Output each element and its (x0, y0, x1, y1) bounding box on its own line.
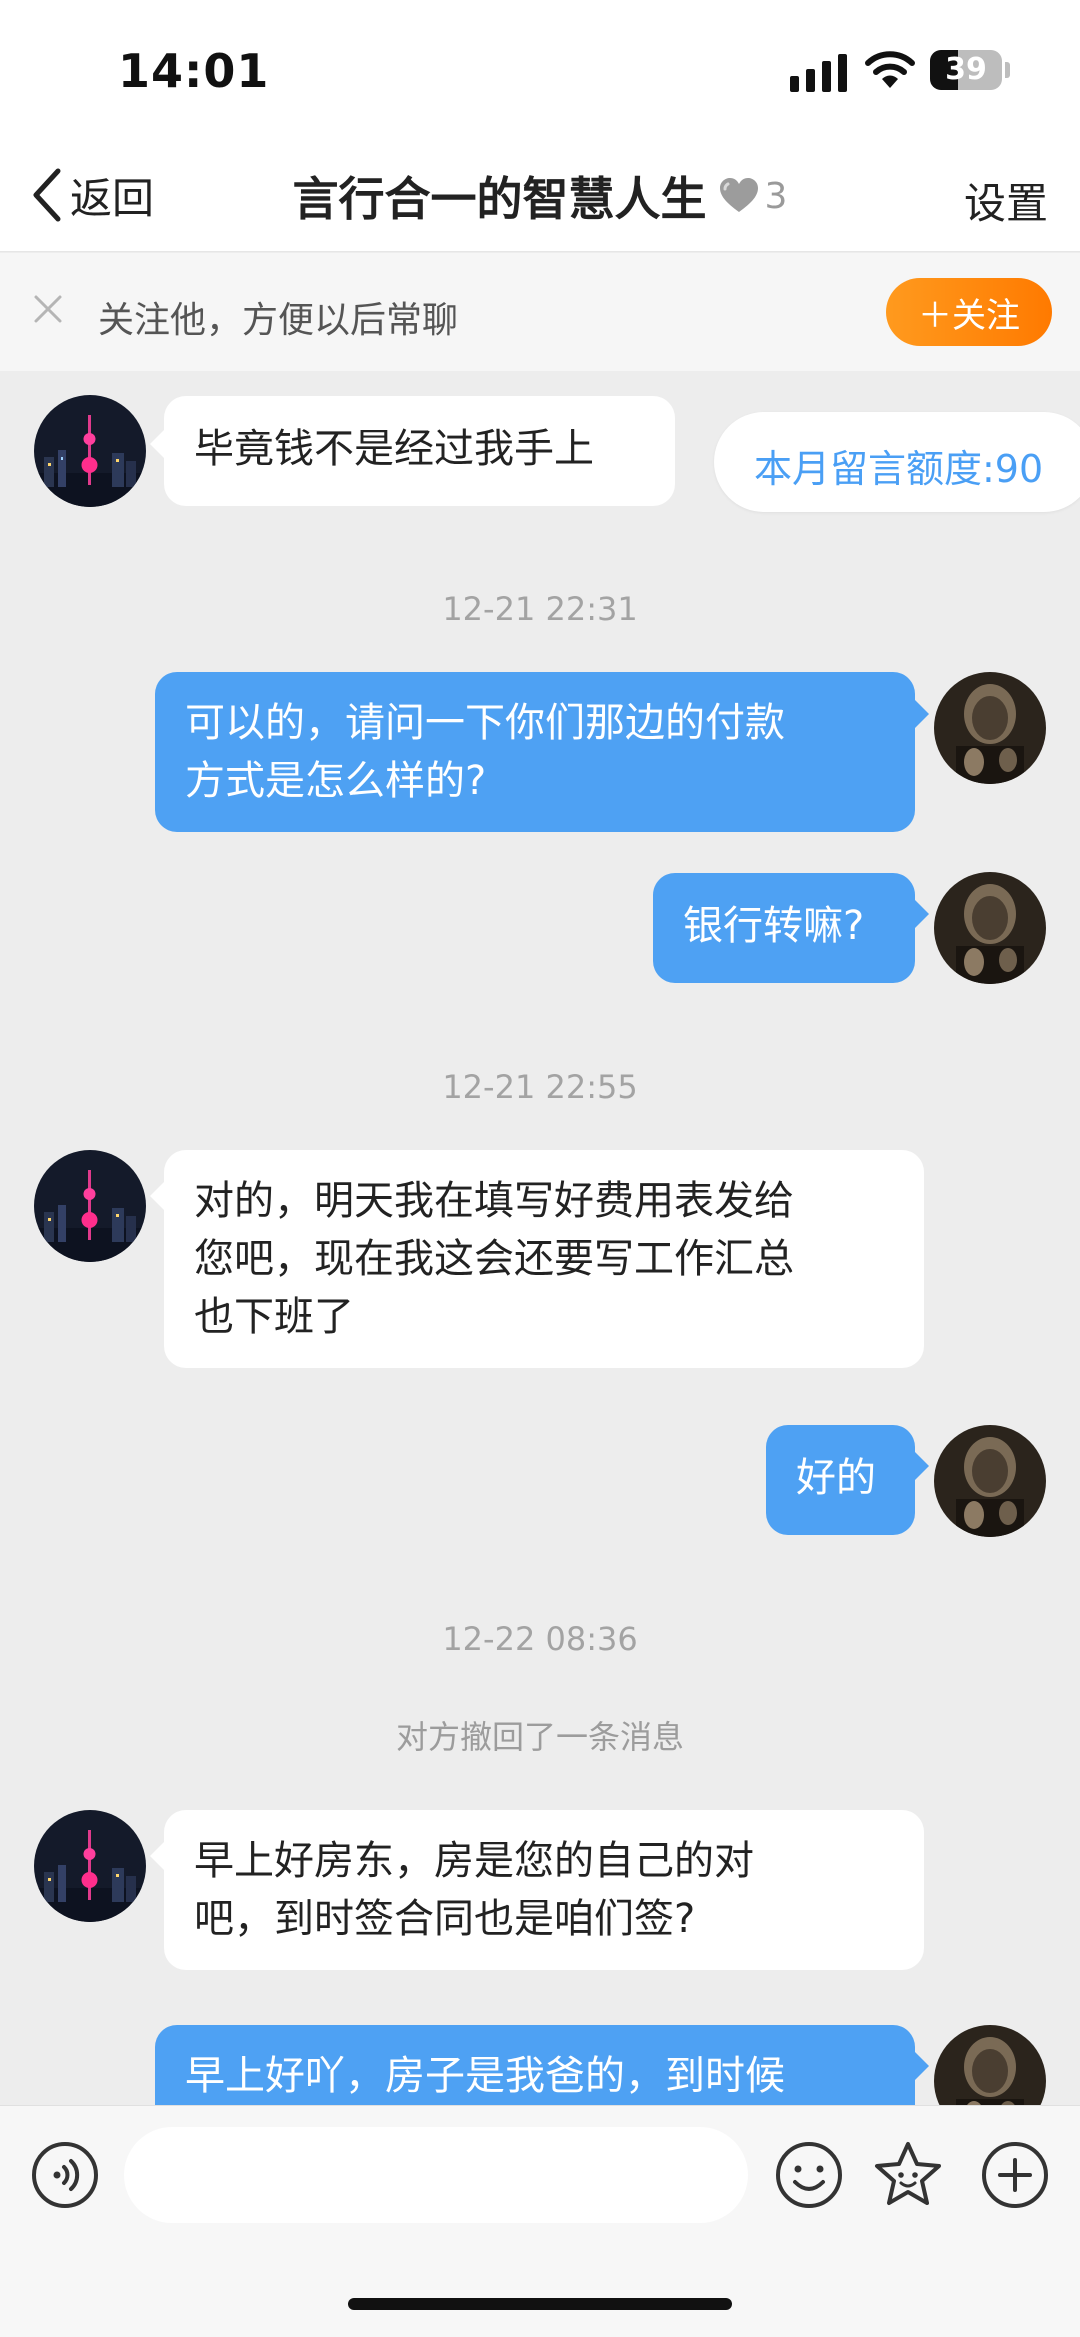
message-text: 好的 (796, 1455, 876, 1501)
bubble-tail (915, 1452, 929, 1480)
back-button[interactable]: 返回 (30, 160, 154, 230)
dark-portrait-avatar-image (934, 1425, 1046, 1537)
sticker-button[interactable] (873, 2140, 943, 2210)
message-line: 您吧，现在我这会还要写工作汇总 (194, 1236, 794, 1282)
status-time: 14:01 (118, 44, 270, 98)
emoji-icon (776, 2142, 842, 2208)
back-label: 返回 (70, 173, 155, 223)
message-timestamp: 12-21 22:55 (442, 1068, 638, 1106)
message-line: 也下班了 (194, 1294, 354, 1340)
bubble-tail (915, 700, 929, 728)
contact-avatar[interactable] (34, 1150, 146, 1262)
battery-nub (1005, 62, 1010, 78)
contact-avatar[interactable] (34, 1810, 146, 1922)
follow-button[interactable]: ＋关注 (886, 278, 1052, 346)
chat-screen: 14:01 39 返回 言行合一的智慧人生 3 设置 关注他，方便以后常聊 ＋关… (0, 0, 1080, 2337)
outgoing-message-bubble[interactable]: 好的 (766, 1425, 915, 1535)
emoji-button[interactable] (774, 2140, 844, 2210)
page-title: 言行合一的智慧人生 (292, 172, 707, 226)
message-line: 可以的，请问一下你们那边的付款 (185, 700, 785, 746)
battery-percent: 39 (945, 52, 987, 87)
user-avatar[interactable] (934, 672, 1046, 784)
status-bar: 14:01 39 (0, 0, 1080, 140)
contact-avatar[interactable] (34, 395, 146, 507)
city-night-avatar-image (34, 1150, 146, 1262)
chevron-left-icon (33, 168, 61, 222)
follow-banner: 关注他，方便以后常聊 ＋关注 (0, 253, 1080, 371)
message-text: 银行转嘛? (683, 903, 865, 949)
cellular-signal-icon (790, 54, 847, 92)
bubble-tail (915, 900, 929, 928)
bubble-tail (915, 2052, 929, 2080)
quota-text: 本月留言额度:90 (754, 447, 1044, 491)
nav-bar: 返回 言行合一的智慧人生 3 设置 (0, 140, 1080, 252)
system-notice: 对方撤回了一条消息 (395, 1718, 684, 1756)
message-line: 早上好房东，房是您的自己的对 (194, 1838, 754, 1884)
message-line: 对的，明天我在填写好费用表发给 (194, 1178, 794, 1224)
voice-button[interactable] (30, 2140, 100, 2210)
star-sticker-icon (875, 2142, 941, 2205)
bubble-tail (150, 1182, 164, 1210)
incoming-message-bubble[interactable]: 毕竟钱不是经过我手上 (164, 396, 675, 506)
voice-icon (32, 2142, 98, 2208)
add-button[interactable] (980, 2140, 1050, 2210)
message-text: 早上好吖，房子是我爸的，到时候 (185, 2053, 785, 2099)
outgoing-message-bubble[interactable]: 银行转嘛? (653, 873, 915, 983)
city-night-avatar-image (34, 395, 146, 507)
message-quota-badge: 本月留言额度:90 (714, 412, 1080, 512)
message-line: 吧，到时签合同也是咱们签? (194, 1896, 696, 1942)
title-group: 言行合一的智慧人生 3 (0, 140, 1080, 252)
user-avatar[interactable] (934, 872, 1046, 984)
close-icon[interactable] (30, 291, 66, 327)
message-input[interactable] (124, 2127, 748, 2223)
dark-portrait-avatar-image (934, 672, 1046, 784)
heart-count: 3 (764, 175, 788, 217)
bubble-tail (150, 1842, 164, 1870)
message-text: 毕竟钱不是经过我手上 (194, 426, 594, 472)
dark-portrait-avatar-image (934, 872, 1046, 984)
outgoing-message-bubble[interactable]: 可以的，请问一下你们那边的付款 方式是怎么样的? (155, 672, 915, 832)
message-line: 方式是怎么样的? (185, 758, 487, 804)
home-indicator (348, 2298, 732, 2310)
incoming-message-bubble[interactable]: 对的，明天我在填写好费用表发给 您吧，现在我这会还要写工作汇总 也下班了 (164, 1150, 924, 1368)
heart-icon (719, 178, 758, 212)
follow-banner-text: 关注他，方便以后常聊 (98, 300, 459, 341)
message-timestamp: 12-21 22:31 (442, 590, 638, 628)
wifi-icon (865, 51, 915, 88)
user-avatar[interactable] (934, 1425, 1046, 1537)
battery-icon: 39 (930, 50, 1002, 90)
bubble-tail (150, 430, 164, 458)
incoming-message-bubble[interactable]: 早上好房东，房是您的自己的对 吧，到时签合同也是咱们签? (164, 1810, 924, 1970)
plus-circle-icon (982, 2142, 1048, 2208)
message-timestamp: 12-22 08:36 (442, 1620, 638, 1658)
settings-button[interactable]: 设置 (964, 170, 1048, 231)
city-night-avatar-image (34, 1810, 146, 1922)
